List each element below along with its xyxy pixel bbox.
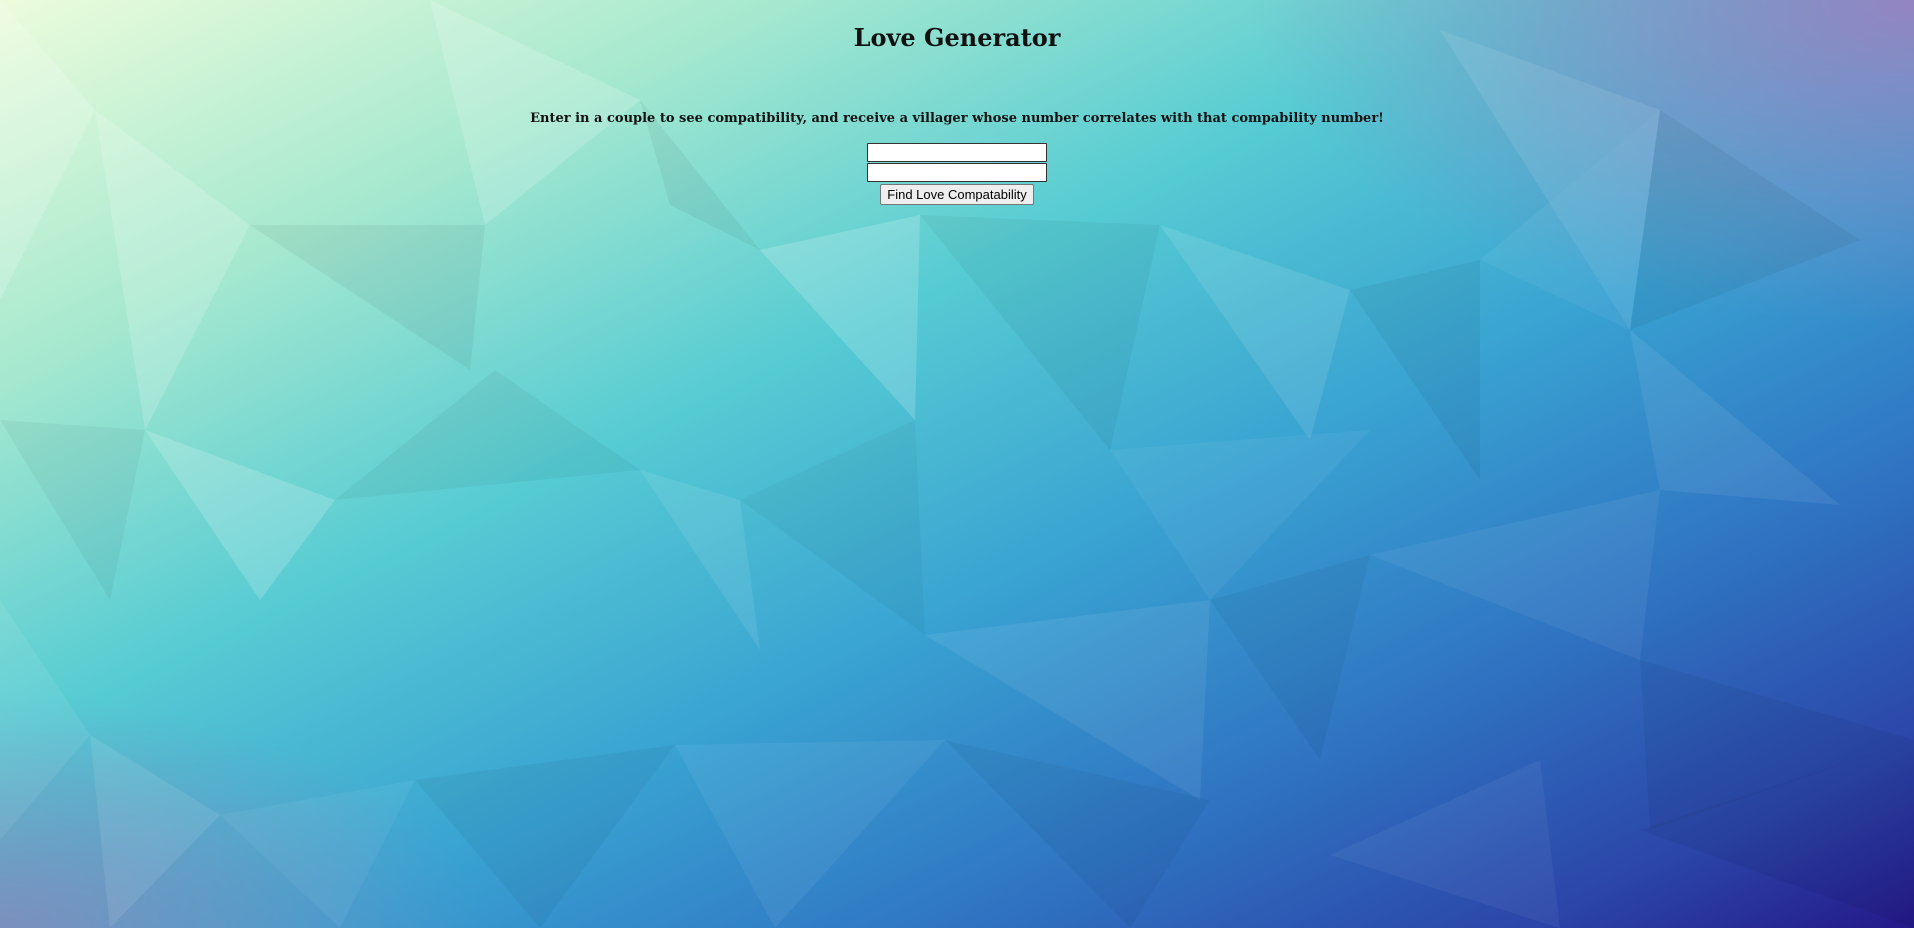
compatibility-form: Find Love Compatability: [0, 143, 1914, 205]
second-name-input[interactable]: [867, 163, 1047, 182]
main-content: Love Generator Enter in a couple to see …: [0, 0, 1914, 205]
page-title: Love Generator: [853, 23, 1061, 52]
find-love-compatibility-button[interactable]: Find Love Compatability: [880, 184, 1034, 205]
first-name-input[interactable]: [867, 143, 1047, 162]
instructions-text: Enter in a couple to see compatibility, …: [530, 111, 1384, 126]
